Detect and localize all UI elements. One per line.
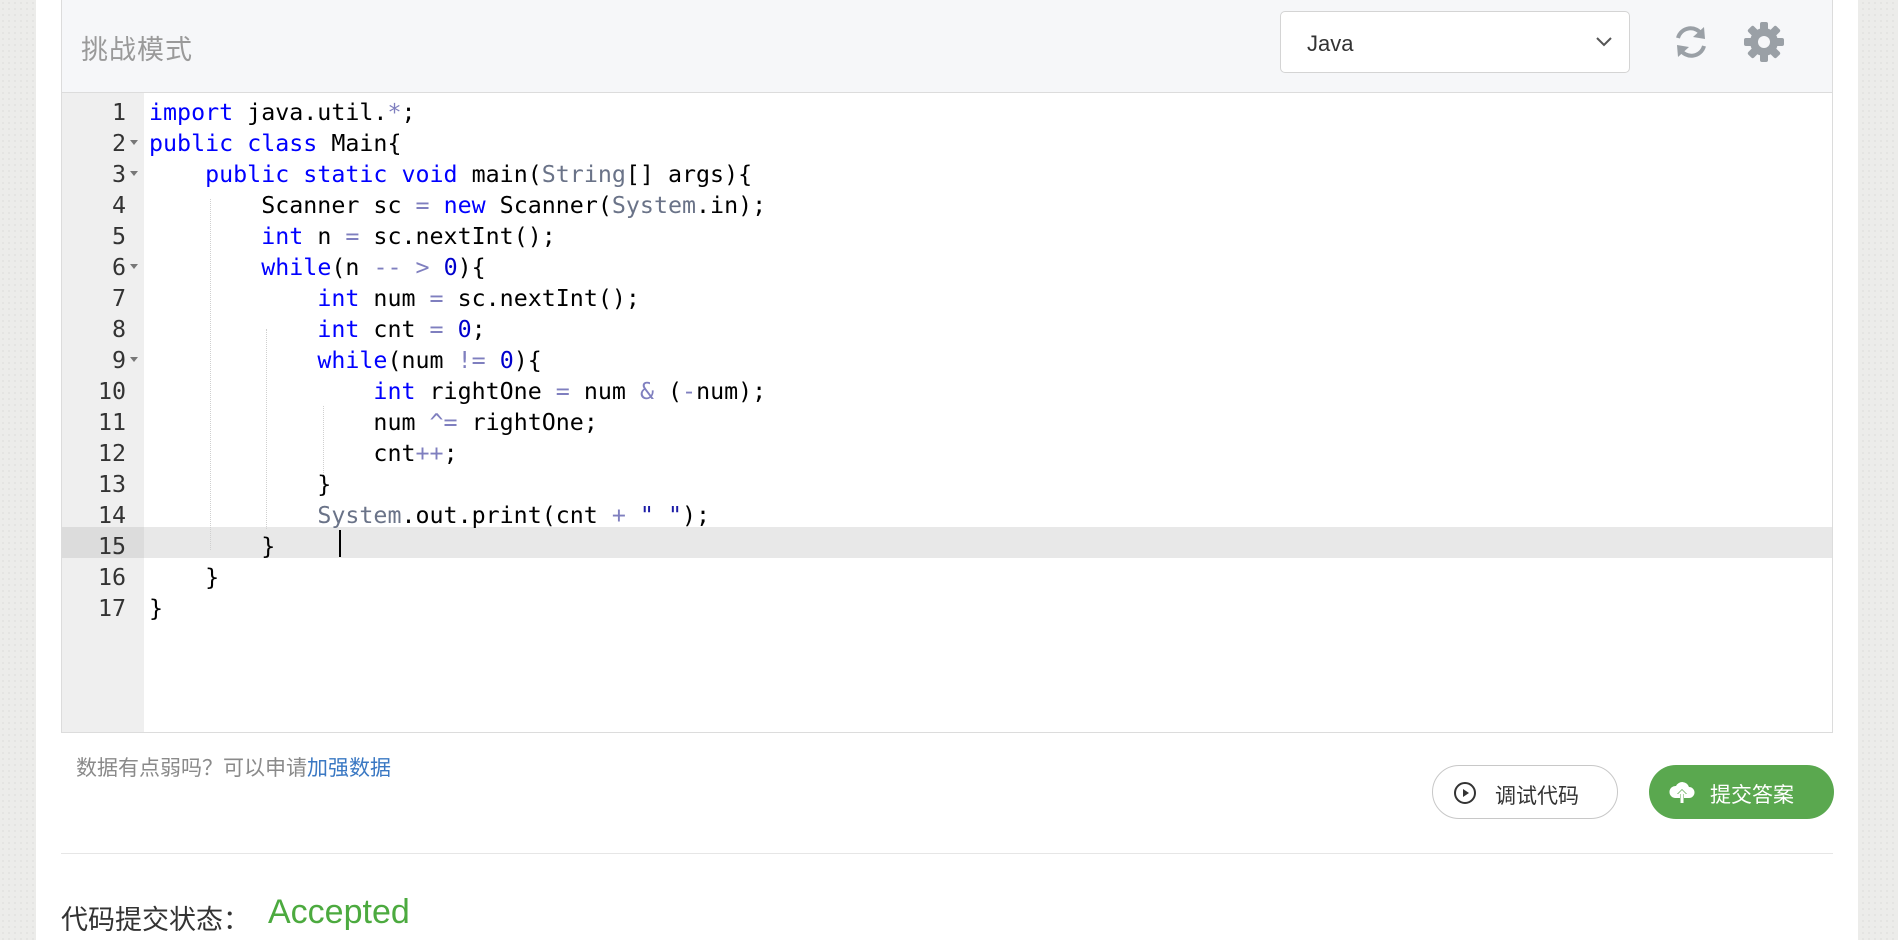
- fold-arrow-icon[interactable]: [130, 357, 138, 362]
- editor-header: 挑战模式 Java: [62, 0, 1832, 93]
- code-text: }: [149, 564, 220, 591]
- code-text: int num = sc.nextInt();: [317, 285, 640, 312]
- code-text: while(num != 0){: [317, 347, 542, 374]
- fold-arrow-icon[interactable]: [130, 140, 138, 145]
- line-number: 1: [111, 99, 126, 126]
- code-line[interactable]: 1 import java.util.*;: [62, 97, 1832, 128]
- debug-code-button[interactable]: 调试代码: [1432, 765, 1618, 819]
- code-text: int n = sc.nextInt();: [261, 223, 556, 250]
- code-line[interactable]: 11 num ^= rightOne;: [62, 407, 1832, 438]
- code-line[interactable]: 14 System.out.print(cnt + " ");: [62, 500, 1832, 531]
- code-text: public static void main(String[] args){: [205, 161, 753, 188]
- line-number: 7: [111, 285, 126, 312]
- line-number: 14: [97, 502, 126, 529]
- line-number: 15: [97, 533, 126, 560]
- hint-text: 数据有点弱吗？可以申请: [76, 757, 307, 780]
- code-text: System.out.print(cnt + " ");: [317, 502, 711, 529]
- code-line[interactable]: 5 int n = sc.nextInt();: [62, 221, 1832, 252]
- code-text: }: [149, 471, 332, 498]
- line-number: 8: [111, 316, 126, 343]
- code-line[interactable]: 12 cnt++;: [62, 438, 1832, 469]
- code-line[interactable]: 9 while(num != 0){: [62, 345, 1832, 376]
- line-number: 5: [111, 223, 126, 250]
- code-line[interactable]: 2 public class Main{: [62, 128, 1832, 159]
- code-line[interactable]: 3 public static void main(String[] args)…: [62, 159, 1832, 190]
- code-text: num ^= rightOne;: [149, 409, 598, 436]
- code-text: cnt++;: [149, 440, 458, 467]
- code-line[interactable]: 15 }: [62, 531, 1832, 562]
- line-number: 3: [111, 161, 126, 188]
- submit-answer-button[interactable]: 提交答案: [1649, 765, 1834, 819]
- language-select[interactable]: Java: [1280, 11, 1630, 73]
- code-line[interactable]: 8 int cnt = 0;: [62, 314, 1832, 345]
- line-number: 13: [97, 471, 126, 498]
- code-line[interactable]: 17}: [62, 593, 1832, 624]
- code-text: int cnt = 0;: [317, 316, 486, 343]
- submit-answer-label: 提交答案: [1710, 784, 1794, 807]
- debug-code-label: 调试代码: [1495, 785, 1579, 808]
- code-line[interactable]: 13 }: [62, 469, 1832, 500]
- code-line[interactable]: 6 while(n -- > 0){: [62, 252, 1832, 283]
- strengthen-data-link[interactable]: 加强数据: [307, 757, 391, 780]
- cloud-upload-icon: [1669, 780, 1695, 809]
- code-text: while(n -- > 0){: [261, 254, 486, 281]
- fold-arrow-icon[interactable]: [130, 171, 138, 176]
- code-text: }: [149, 595, 164, 622]
- submission-status-value: Accepted: [268, 893, 410, 931]
- code-editor[interactable]: 1 import java.util.*; 2 public class Main{3…: [62, 93, 1832, 732]
- problem-card: 挑战模式 Java 1 import java.util.*; 2 public…: [36, 0, 1858, 940]
- weak-data-hint: 数据有点弱吗？可以申请加强数据: [76, 752, 391, 782]
- refresh-icon[interactable]: [1669, 20, 1713, 69]
- section-divider: [61, 853, 1833, 854]
- code-text: }: [149, 533, 276, 560]
- code-line[interactable]: 16 }: [62, 562, 1832, 593]
- code-line[interactable]: 4 Scanner sc = new Scanner(System.in);: [62, 190, 1832, 221]
- line-number: 2: [111, 130, 126, 157]
- chevron-down-icon: [1593, 30, 1615, 57]
- submission-status-label: 代码提交状态：: [61, 905, 250, 935]
- line-number: 11: [97, 409, 126, 436]
- fold-arrow-icon[interactable]: [130, 264, 138, 269]
- code-text: import java.util.*;: [149, 99, 416, 126]
- mode-title: 挑战模式: [81, 35, 193, 65]
- line-number: 12: [97, 440, 126, 467]
- code-lines: 1 import java.util.*; 2 public class Main{3…: [62, 97, 1832, 624]
- line-number: 16: [97, 564, 126, 591]
- code-text: public class Main{: [149, 130, 402, 157]
- gear-icon[interactable]: [1742, 20, 1786, 69]
- code-text: int rightOne = num & (-num);: [373, 378, 767, 405]
- language-select-value: Java: [1307, 31, 1354, 56]
- line-number: 9: [111, 347, 126, 374]
- code-editor-panel: 挑战模式 Java 1 import java.util.*; 2 public…: [61, 0, 1833, 733]
- text-cursor: [339, 530, 341, 557]
- code-line[interactable]: 7 int num = sc.nextInt();: [62, 283, 1832, 314]
- play-circle-icon: [1453, 781, 1477, 810]
- code-line[interactable]: 10 int rightOne = num & (-num);: [62, 376, 1832, 407]
- code-text: Scanner sc = new Scanner(System.in);: [149, 192, 767, 219]
- line-number: 4: [111, 192, 126, 219]
- line-number: 17: [97, 595, 126, 622]
- line-number: 6: [111, 254, 126, 281]
- line-number: 10: [97, 378, 126, 405]
